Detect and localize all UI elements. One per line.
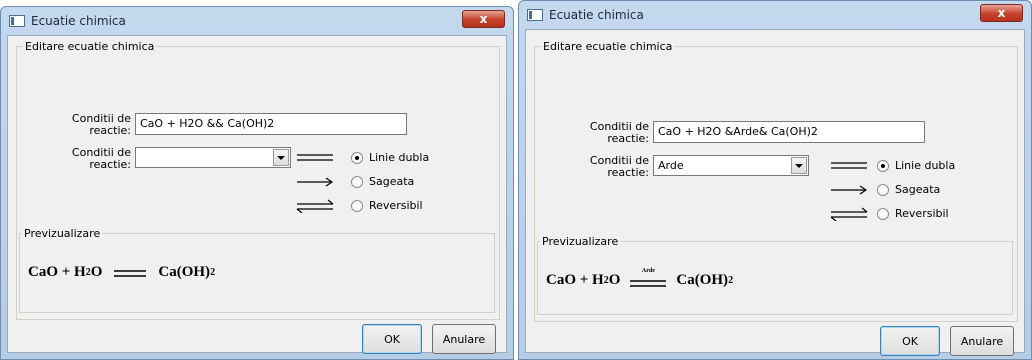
radio-sageata[interactable]: Sageata	[877, 183, 940, 196]
radio-label: Sageata	[369, 175, 415, 188]
dialog-ecuatie-chimica-1: Ecuatie chimica x Editare ecuatie chimic…	[0, 6, 514, 360]
radio-button-icon[interactable]	[351, 175, 363, 188]
radio-reversibil[interactable]: Reversibil	[877, 207, 949, 220]
window-icon	[527, 9, 543, 21]
preview-left-b: O	[608, 271, 621, 288]
radio-sageata[interactable]: Sageata	[351, 175, 414, 188]
close-button[interactable]: x	[462, 10, 505, 28]
radio-label: Linie dubla	[895, 159, 956, 172]
preview-group: Previzualizare CaO + H2O Arde Ca(OH) 2	[537, 235, 1013, 315]
double-line-icon	[630, 280, 667, 287]
close-icon: x	[997, 6, 1006, 20]
radio-reversibil[interactable]: Reversibil	[351, 199, 423, 212]
ok-button[interactable]: OK	[362, 324, 422, 354]
group-title: Editare ecuatie chimica	[541, 40, 675, 53]
conditions-combo-value: Arde	[658, 159, 684, 172]
radio-button-icon[interactable]	[877, 159, 889, 172]
preview-group: Previzualizare CaO + H2O Ca(OH) 2	[19, 227, 495, 313]
radio-button-icon[interactable]	[877, 207, 889, 220]
radio-label: Reversibil	[369, 199, 423, 212]
preview-right-a: Ca(OH)	[676, 271, 729, 288]
title-bar[interactable]: Ecuatie chimica x	[525, 1, 1025, 29]
ok-button[interactable]: OK	[880, 326, 940, 356]
window-title: Ecuatie chimica	[549, 8, 644, 22]
preview-left-a: CaO + H	[28, 264, 86, 280]
equation-input[interactable]: CaO + H2O && Ca(OH)2	[135, 113, 407, 135]
close-button[interactable]: x	[980, 4, 1023, 22]
preview-right-sub: 2	[728, 274, 734, 286]
dropdown-arrow-icon[interactable]	[273, 149, 289, 166]
radio-linie-dubla[interactable]: Linie dubla	[877, 159, 955, 172]
cancel-button[interactable]: Anulare	[432, 324, 496, 354]
close-icon: x	[479, 12, 488, 26]
radio-label: Sageata	[895, 183, 941, 196]
double-line-icon	[297, 154, 333, 161]
radio-button-icon[interactable]	[877, 183, 889, 196]
title-bar[interactable]: Ecuatie chimica x	[7, 7, 507, 35]
conditions-combo-label: Conditii de reactie:	[589, 154, 649, 179]
radio-label: Linie dubla	[369, 151, 430, 164]
arrow-icon	[297, 177, 334, 187]
preview-right-sub: 2	[210, 267, 216, 278]
radio-button-icon[interactable]	[351, 199, 363, 212]
conditions-label: Conditii de reactie:	[589, 120, 649, 145]
window-title: Ecuatie chimica	[31, 14, 126, 28]
edit-equation-group: Editare ecuatie chimica Conditii de reac…	[534, 40, 1018, 322]
preview-title: Previzualizare	[540, 235, 621, 248]
preview-title: Previzualizare	[22, 227, 103, 240]
conditions-combo[interactable]: Arde	[653, 155, 809, 176]
equation-input[interactable]: CaO + H2O &Arde& Ca(OH)2	[653, 121, 925, 143]
group-title: Editare ecuatie chimica	[23, 40, 157, 53]
double-line-icon	[831, 162, 867, 169]
preview-left-a: CaO + H	[546, 271, 604, 288]
preview-condition: Arde	[641, 268, 655, 274]
dialog-client-area: Editare ecuatie chimica Conditii de reac…	[525, 29, 1025, 356]
preview-left-b: O	[90, 264, 103, 280]
preview-equation: CaO + H2O Arde Ca(OH) 2	[546, 268, 733, 292]
edit-equation-group: Editare ecuatie chimica Conditii de reac…	[16, 40, 500, 320]
reversible-icon	[830, 207, 868, 221]
conditions-combo-label: Conditii de reactie:	[71, 146, 131, 171]
conditions-combo[interactable]	[135, 147, 291, 168]
radio-label: Reversibil	[895, 207, 949, 220]
preview-right-a: Ca(OH)	[158, 264, 211, 280]
preview-equation: CaO + H2O Ca(OH) 2	[28, 264, 215, 281]
arrow-icon	[831, 185, 868, 195]
reversible-icon	[296, 199, 334, 213]
dialog-ecuatie-chimica-2: Ecuatie chimica x Editare ecuatie chimic…	[518, 0, 1032, 360]
conditions-label: Conditii de reactie:	[71, 112, 131, 137]
condition-sign: Arde	[630, 268, 667, 292]
dialog-client-area: Editare ecuatie chimica Conditii de reac…	[7, 35, 507, 354]
radio-button-icon[interactable]	[351, 151, 363, 164]
window-icon	[9, 15, 25, 27]
cancel-button[interactable]: Anulare	[950, 326, 1014, 356]
dropdown-arrow-icon[interactable]	[791, 157, 807, 174]
radio-linie-dubla[interactable]: Linie dubla	[351, 151, 429, 164]
double-line-icon	[114, 269, 147, 277]
